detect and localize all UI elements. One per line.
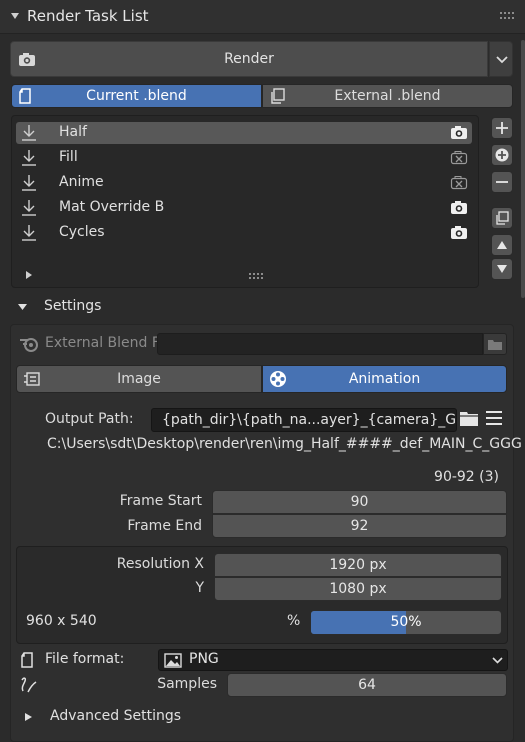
resolution-percent-slider[interactable]: 50% (310, 610, 502, 635)
render-button[interactable]: Render (10, 41, 488, 77)
download-arrow-icon (20, 224, 38, 242)
external-blend-input[interactable] (157, 333, 483, 355)
frame-end-field[interactable]: 92 (212, 514, 507, 538)
task-name: Half (59, 124, 87, 140)
advanced-expand-icon[interactable] (24, 712, 33, 722)
download-arrow-icon (20, 199, 38, 217)
panel-header[interactable]: Render Task List (0, 0, 525, 34)
tab-external-blend[interactable]: External .blend (262, 84, 513, 108)
file-format-label: File format: (45, 651, 125, 667)
minus-icon (496, 181, 508, 183)
render-button-label: Render (224, 51, 274, 67)
settings-collapse-icon[interactable] (17, 302, 28, 312)
samples-icon (20, 676, 38, 694)
task-list-item[interactable]: Anime (16, 172, 472, 194)
resolution-y-label: Y (195, 580, 204, 596)
panel-scrollbar[interactable] (521, 40, 525, 298)
tab-animation[interactable]: Animation (262, 365, 507, 393)
task-list-item[interactable]: Fill (16, 147, 472, 169)
task-name: Cycles (59, 224, 105, 240)
blender-icon (19, 335, 39, 353)
samples-field[interactable]: 64 (227, 673, 507, 697)
drag-grip-icon[interactable] (500, 12, 514, 20)
collapse-triangle-icon[interactable] (10, 11, 20, 21)
resolution-x-label: Resolution X (116, 556, 204, 572)
image-icon (164, 653, 182, 668)
tab-current-blend[interactable]: Current .blend (11, 84, 262, 108)
frame-end-label: Frame End (127, 518, 202, 534)
move-up-button[interactable] (491, 234, 513, 256)
output-path-label: Output Path: (45, 411, 134, 427)
output-menu-button[interactable] (484, 408, 508, 432)
triangle-up-icon (497, 241, 507, 249)
chevron-down-icon (496, 56, 508, 64)
task-list-item[interactable]: Half (16, 122, 472, 144)
output-path-resolved: C:\Users\sdt\Desktop\render\ren\img_Half… (47, 436, 522, 452)
camera-disabled-icon[interactable] (450, 175, 468, 190)
camera-icon[interactable] (450, 125, 468, 140)
task-list-item[interactable]: Mat Override B (16, 197, 472, 219)
hamburger-menu-icon (486, 411, 502, 425)
remove-task-button[interactable] (491, 171, 513, 193)
render-row: Render (10, 41, 513, 77)
panel-title: Render Task List (27, 7, 149, 25)
samples-label: Samples (157, 676, 217, 692)
external-blend-label: External Blend F (45, 335, 160, 351)
advanced-settings-toggle[interactable]: Advanced Settings (50, 708, 181, 724)
frame-start-field[interactable]: 90 (212, 490, 507, 514)
triangle-down-icon (497, 265, 507, 273)
scaled-resolution-text: 960 x 540 (26, 613, 97, 629)
plus-icon (496, 122, 508, 134)
file-format-select[interactable]: PNG (158, 649, 508, 671)
frame-start-label: Frame Start (119, 493, 202, 509)
resolution-y-field[interactable]: 1080 px (214, 577, 502, 601)
add-task-circle-button[interactable] (491, 144, 513, 166)
settings-title: Settings (44, 298, 102, 314)
percent-value: 50% (390, 614, 422, 630)
tab-image[interactable]: Image (16, 365, 262, 393)
external-blend-folder-button[interactable] (483, 333, 507, 355)
task-name: Anime (59, 174, 104, 190)
task-name: Mat Override B (59, 199, 165, 215)
download-arrow-icon (20, 124, 38, 142)
output-path-input[interactable]: {path_dir}\{path_na...ayer}_{camera}_GGG (151, 408, 457, 432)
output-folder-button[interactable] (458, 408, 482, 432)
download-arrow-icon (20, 149, 38, 167)
camera-icon[interactable] (450, 200, 468, 215)
camera-disabled-icon[interactable] (450, 150, 468, 165)
download-arrow-icon (20, 174, 38, 192)
move-down-button[interactable] (491, 258, 513, 280)
folder-icon (460, 412, 478, 426)
camera-icon[interactable] (450, 225, 468, 240)
list-expand-triangle-icon[interactable] (25, 271, 33, 279)
task-list-item[interactable]: Cycles (16, 222, 472, 244)
frame-range-text: 90-92 (3) (434, 469, 499, 485)
chevron-down-icon (492, 657, 503, 664)
list-resize-grip-icon[interactable] (249, 273, 263, 279)
task-name: Fill (59, 149, 78, 165)
duplicate-task-button[interactable] (491, 207, 513, 229)
plus-circle-icon (495, 148, 509, 162)
file-format-value: PNG (189, 651, 219, 667)
file-icon (20, 652, 34, 668)
duplicate-icon (496, 211, 509, 225)
add-task-button[interactable] (491, 117, 513, 139)
percent-label: % (287, 613, 301, 629)
resolution-x-field[interactable]: 1920 px (214, 553, 502, 577)
render-dropdown-button[interactable] (489, 41, 513, 77)
folder-icon (488, 340, 502, 350)
